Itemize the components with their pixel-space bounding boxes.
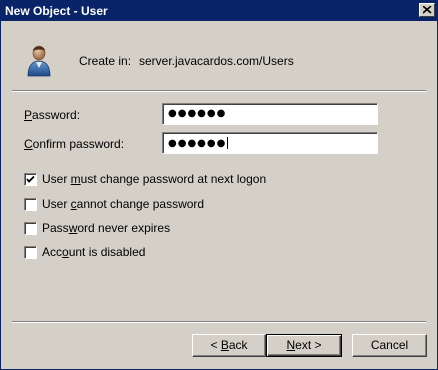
password-label-access-key: P — [24, 108, 33, 122]
password-label: Password: — [24, 108, 80, 122]
option-label-text: Acc — [42, 245, 63, 259]
checkmark-icon — [26, 175, 35, 183]
confirm-password-input[interactable]: ●●●●●● — [162, 132, 378, 154]
close-icon — [423, 6, 432, 14]
confirm-password-label-access-key: C — [24, 137, 33, 151]
option-label: Account is disabled — [42, 245, 145, 259]
back-button-access-key: B — [220, 338, 229, 352]
text-cursor — [227, 137, 229, 149]
back-button-text: < — [210, 338, 221, 352]
option-label-text: Pass — [42, 221, 69, 235]
confirm-password-value: ●●●●●● — [168, 138, 227, 149]
close-button[interactable] — [419, 3, 435, 17]
checkbox-password-never-expires[interactable] — [24, 222, 37, 235]
create-in-label: Create in: — [79, 54, 132, 68]
next-button[interactable]: Next > — [266, 334, 342, 357]
back-button[interactable]: < Back — [192, 334, 266, 357]
confirm-password-label-text: onfirm password: — [32, 137, 125, 151]
password-value: ●●●●●● — [168, 108, 227, 119]
checkbox-cannot-change-password[interactable] — [24, 198, 37, 211]
checkbox-must-change-password[interactable] — [24, 173, 37, 186]
back-button-text: ack — [228, 338, 248, 352]
option-label-text: ord never expires — [77, 221, 171, 235]
cancel-button[interactable]: Cancel — [352, 334, 427, 357]
option-label-text: User — [42, 172, 71, 186]
title-bar[interactable]: New Object - User — [1, 1, 437, 21]
create-in-path: server.javacardos.com/Users — [139, 54, 294, 68]
next-button-text: ext > — [295, 338, 322, 352]
option-label-text: annot change password — [76, 197, 205, 211]
option-label-text: ust change password at next logon — [80, 172, 267, 186]
new-object-user-dialog: New Object - User Create in: server.java… — [0, 0, 438, 370]
window-title: New Object - User — [5, 4, 108, 18]
option-label-access-key: o — [62, 245, 69, 259]
divider-bottom — [12, 321, 426, 323]
confirm-password-label: Confirm password: — [24, 137, 124, 151]
option-label-access-key: m — [70, 172, 81, 186]
next-button-access-key: N — [286, 338, 296, 352]
option-label-text: User — [42, 197, 71, 211]
option-label: User cannot change password — [42, 197, 204, 211]
divider-top — [12, 90, 426, 92]
option-label-text: unt is disabled — [68, 245, 146, 259]
checkbox-account-disabled[interactable] — [24, 246, 37, 259]
password-input[interactable]: ●●●●●● — [162, 103, 378, 125]
option-label: User must change password at next logon — [42, 172, 266, 186]
user-icon — [27, 45, 51, 77]
option-label: Password never expires — [42, 221, 170, 235]
password-label-text: assword: — [32, 108, 81, 122]
